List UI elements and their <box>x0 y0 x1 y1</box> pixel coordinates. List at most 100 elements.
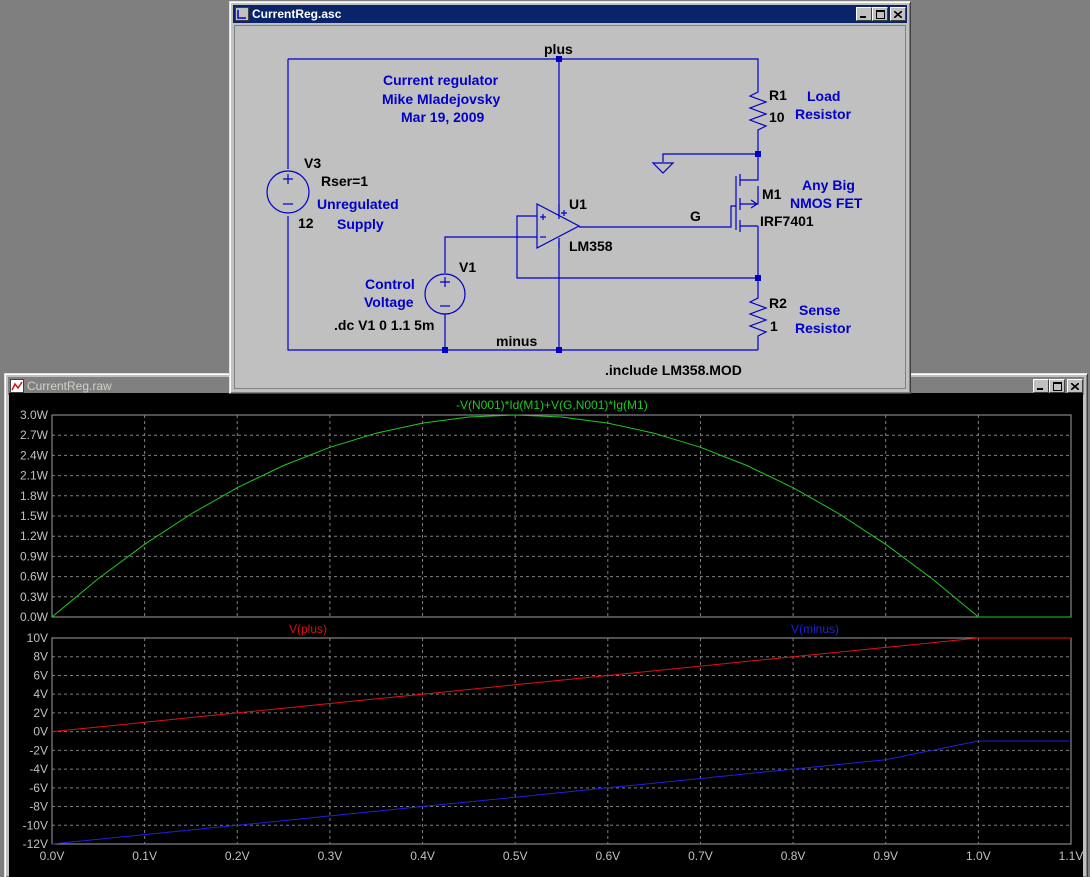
include-directive[interactable]: .include LM358.MOD <box>605 362 742 378</box>
maximize-icon <box>875 9 885 19</box>
x-tick-label: 0.5V <box>503 849 528 863</box>
schematic-canvas[interactable]: plus minus G Current regulator Mike Mlad… <box>234 25 906 389</box>
m1-desc-line2[interactable]: NMOS FET <box>790 194 862 212</box>
bottom-y-tick-label: 2V <box>33 706 48 720</box>
junction-dot <box>442 347 448 353</box>
x-tick-label: 0.8V <box>781 849 806 863</box>
comment-date[interactable]: Mar 19, 2009 <box>401 108 484 126</box>
v1-plus-sign <box>440 277 450 287</box>
minimize-icon <box>860 15 866 18</box>
r1-name[interactable]: R1 <box>769 87 787 103</box>
bottom-y-tick-label: -12V <box>23 837 48 851</box>
r2-desc-line1[interactable]: Sense <box>799 301 840 319</box>
v1-desc-line2[interactable]: Voltage <box>364 293 414 311</box>
schematic-titlebar[interactable]: CurrentReg.asc <box>233 5 907 23</box>
r1-desc-line2[interactable]: Resistor <box>795 105 851 123</box>
v1-name[interactable]: V1 <box>459 259 476 275</box>
comment-title[interactable]: Current regulator <box>383 71 498 89</box>
v3-desc-line1[interactable]: Unregulated <box>317 195 399 213</box>
bottom-y-tick-label: 10V <box>27 631 48 645</box>
top-y-tick-label: 0.9W <box>20 549 49 563</box>
v3-name[interactable]: V3 <box>304 155 321 171</box>
r1-desc-line1[interactable]: Load <box>807 87 840 105</box>
close-button[interactable] <box>890 7 906 21</box>
bottom-y-tick-label: 8V <box>33 650 48 664</box>
junction-dot <box>755 151 761 157</box>
u1-model[interactable]: LM358 <box>569 238 613 254</box>
waveform-window[interactable]: CurrentReg.raw 0.0V 0.1V 0.2V 0.3V 0.4V 0.5V 0… <box>4 373 1088 877</box>
v3-rser[interactable]: Rser=1 <box>321 173 368 189</box>
top-y-tick-label: 2.7W <box>20 428 49 442</box>
r1-value[interactable]: 10 <box>769 109 785 125</box>
bottom-pane-grid <box>51 637 1072 845</box>
wire-m1-drain <box>740 154 759 181</box>
comment-author[interactable]: Mike Mladejovsky <box>382 90 500 108</box>
maximize-button[interactable] <box>1049 379 1065 393</box>
v1-desc-line1[interactable]: Control <box>365 275 415 293</box>
minimize-button[interactable] <box>1033 379 1049 393</box>
vminus-trace-label[interactable]: V(minus) <box>791 622 839 636</box>
r2-desc-line2[interactable]: Resistor <box>795 319 851 337</box>
v3-desc-line2[interactable]: Supply <box>337 215 384 233</box>
wire-gate <box>579 205 736 228</box>
wire-feedback <box>516 215 758 279</box>
power-trace-label[interactable]: -V(N001)*Id(M1)+V(G,N001)*Ig(M1) <box>456 398 648 412</box>
resistor-r2 <box>748 278 768 350</box>
schematic-window[interactable]: CurrentReg.asc plus minus G Current regu… <box>229 1 911 394</box>
bottom-pane-y-tick-labels: -12V -10V -8V -6V -4V -2V 0V 2V 4V 6V 8V 10V <box>23 631 48 851</box>
junction-dot <box>755 275 761 281</box>
maximize-button[interactable] <box>872 7 888 21</box>
top-y-tick-label: 1.5W <box>20 509 49 523</box>
x-tick-label: 1.0V <box>966 849 991 863</box>
dc-directive[interactable]: .dc V1 0 1.1 5m <box>334 317 434 333</box>
bottom-pane-frame <box>51 637 1072 845</box>
top-y-tick-label: 0.0W <box>20 610 49 624</box>
waveform-plot-area[interactable]: 0.0V 0.1V 0.2V 0.3V 0.4V 0.5V 0.6V 0.7V 0.8V 0.9V… <box>9 393 1083 877</box>
net-label-minus[interactable]: minus <box>496 333 537 349</box>
opamp-plus-sign <box>561 210 567 216</box>
x-tick-label: 0.2V <box>225 849 250 863</box>
bottom-y-tick-label: -6V <box>29 781 48 795</box>
bottom-y-tick-label: -8V <box>29 800 48 814</box>
wire-ground <box>662 153 758 162</box>
bottom-y-tick-label: -2V <box>29 743 48 757</box>
bottom-y-tick-label: 6V <box>33 668 48 682</box>
m1-model[interactable]: IRF7401 <box>760 213 814 229</box>
x-tick-label: 0.1V <box>132 849 157 863</box>
vplus-trace-line <box>51 637 1071 733</box>
bottom-y-tick-label: -10V <box>23 818 48 832</box>
net-label-plus[interactable]: plus <box>544 41 573 57</box>
top-pane-grid <box>51 414 1072 618</box>
close-button[interactable] <box>1067 379 1083 393</box>
top-y-tick-label: 0.3W <box>20 590 49 604</box>
x-tick-label: 1.1V <box>1059 849 1083 863</box>
minimize-icon <box>1037 387 1043 390</box>
bottom-y-tick-label: -4V <box>29 762 48 776</box>
minimize-button[interactable] <box>856 7 872 21</box>
net-label-g[interactable]: G <box>690 208 701 224</box>
waveform-app-icon <box>10 379 24 393</box>
r2-value[interactable]: 1 <box>770 318 778 334</box>
top-y-tick-label: 1.2W <box>20 529 49 543</box>
x-tick-label: 0.6V <box>595 849 620 863</box>
vplus-trace-label[interactable]: V(plus) <box>289 622 327 636</box>
x-tick-label: 0.3V <box>318 849 343 863</box>
u1-name[interactable]: U1 <box>569 196 587 212</box>
top-y-tick-label: 1.8W <box>20 489 49 503</box>
resistor-r1 <box>748 84 768 154</box>
v3-plus-sign <box>283 174 293 184</box>
m1-desc-line1[interactable]: Any Big <box>802 176 855 194</box>
v3-value[interactable]: 12 <box>298 215 314 231</box>
mosfet-m1 <box>735 174 759 232</box>
m1-name[interactable]: M1 <box>762 186 781 202</box>
wire-plus-rail <box>288 58 759 84</box>
x-tick-label: 0.4V <box>410 849 435 863</box>
top-y-tick-label: 2.1W <box>20 469 49 483</box>
bottom-y-tick-label: 4V <box>33 687 48 701</box>
vminus-trace-line <box>51 740 1071 845</box>
ground-symbol <box>651 162 675 174</box>
bottom-y-tick-label: 0V <box>33 725 48 739</box>
x-tick-label: 0.0V <box>40 849 65 863</box>
r2-name[interactable]: R2 <box>769 295 787 311</box>
x-tick-label: 0.9V <box>873 849 898 863</box>
